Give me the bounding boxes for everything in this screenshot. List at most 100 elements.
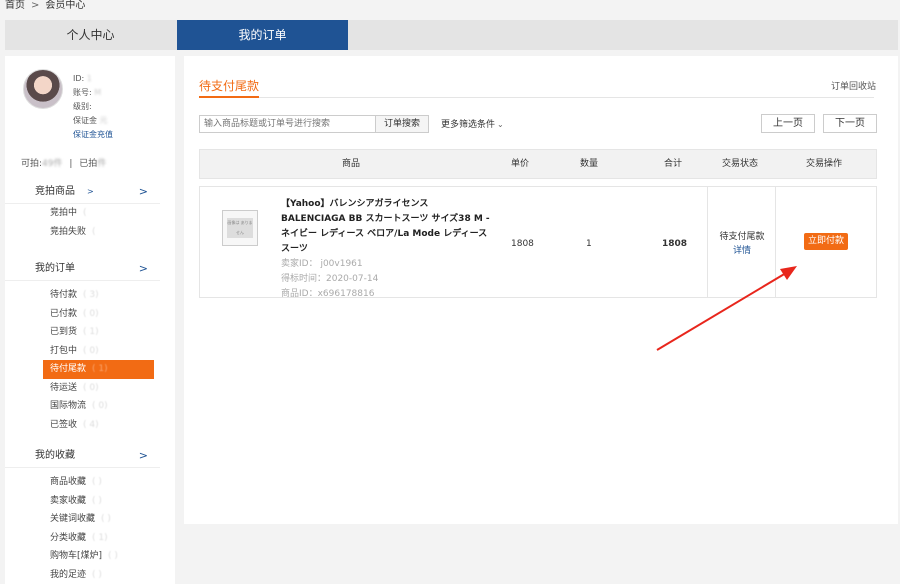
sidebar-item-label: 关键词收藏 — [50, 514, 96, 524]
chevron-down-icon: ⌄ — [497, 120, 504, 129]
prev-page-button[interactable]: 上一页 — [761, 114, 815, 133]
tab-my-orders[interactable]: 我的订单 — [177, 20, 348, 50]
tab-personal-center[interactable]: 个人中心 — [5, 20, 176, 50]
sidebar-item-intl-logistics[interactable]: 国际物流 ( 0) — [5, 397, 175, 416]
sidebar-item-fav-keywords[interactable]: 关键词收藏 ( ) — [5, 510, 175, 529]
order-recycle-bin-link[interactable]: 订单回收站 — [831, 79, 876, 92]
sidebar-item-count: ( 0) — [92, 401, 108, 411]
main-panel: 待支付尾款 订单回收站 订单搜索 更多筛选条件⌄ 上一页 下一页 商品 单价 数… — [184, 56, 898, 524]
sidebar-head-favorites[interactable]: 我的收藏 > — [5, 444, 160, 468]
sidebar-item-label: 竞拍失败 — [50, 226, 87, 237]
sidebar-item-label: 已签收 — [50, 419, 78, 430]
sidebar-item-fav-sellers[interactable]: 卖家收藏 ( ) — [5, 492, 175, 511]
sidebar-item-label: 购物车[煤炉] — [50, 551, 103, 561]
sidebar-head-auction[interactable]: 竞拍商品 > > — [5, 180, 160, 204]
breadcrumb-separator: > — [31, 0, 40, 11]
table-row: 画像は ありません 【Yahoo】バレンシアガライセンス BALENCIAGA … — [199, 186, 877, 299]
order-detail-link[interactable]: 详情 — [712, 244, 772, 258]
sidebar-item-paid[interactable]: 已付款 ( 0) — [5, 305, 175, 324]
sidebar-item-bidding[interactable]: 竞拍中 ( — [5, 204, 175, 223]
chevron-right-icon: > — [138, 185, 148, 198]
sidebar-item-label: 商品收藏 — [50, 477, 87, 487]
sidebar-head-label: 我的收藏 — [35, 450, 75, 461]
sidebar: ID: 1 账号: M 级别: 保证金 元 保证金充值 可拍:49件 | 已拍件… — [5, 56, 175, 584]
sidebar-head-label: 我的订单 — [35, 263, 75, 274]
title-divider — [199, 97, 874, 98]
sidebar-item-to-ship[interactable]: 待运送 ( 0) — [5, 379, 175, 398]
deposit-recharge-link[interactable]: 保证金充值 — [73, 130, 113, 139]
user-deposit-value: 元 — [99, 116, 108, 125]
sidebar-item-pending-payment[interactable]: 待付款 ( 3) — [5, 286, 175, 305]
column-header-status: 交易状态 — [722, 159, 759, 169]
top-tabs: 个人中心 我的订单 — [5, 20, 898, 50]
user-level-label: 级别: — [73, 102, 92, 111]
unit-price: 1808 — [511, 239, 534, 249]
sidebar-item-label: 打包中 — [50, 345, 78, 356]
sidebar-head-sub-arrow: > — [87, 187, 94, 196]
sidebar-item-label: 已到货 — [50, 327, 78, 337]
sidebar-item-label: 已付款 — [50, 308, 78, 319]
orders-table-header: 商品 单价 数量 合计 交易状态 交易操作 — [199, 149, 877, 179]
column-divider — [707, 187, 708, 297]
sidebar-item-signed[interactable]: 已签收 ( 4) — [5, 416, 175, 435]
sidebar-item-fav-categories[interactable]: 分类收藏 ( 1) — [5, 529, 175, 548]
next-page-button[interactable]: 下一页 — [823, 114, 877, 133]
sidebar-item-fav-products[interactable]: 商品收藏 ( ) — [5, 473, 175, 492]
product-thumbnail[interactable]: 画像は ありません — [222, 210, 258, 246]
user-id-value: 1 — [86, 74, 92, 83]
sidebar-item-label: 待付尾款 — [50, 364, 87, 374]
sidebar-item-count: ( — [92, 226, 96, 237]
breadcrumb-current[interactable]: 会员中心 — [45, 0, 85, 11]
status-text: 待支付尾款 — [719, 232, 765, 242]
sidebar-item-bid-failed[interactable]: 竞拍失败 ( — [5, 223, 175, 242]
sidebar-group-auction: 竞拍商品 > > 竞拍中 ( 竞拍失败 ( — [5, 180, 175, 241]
column-divider — [775, 187, 776, 297]
sidebar-item-label: 国际物流 — [50, 401, 87, 411]
user-id-label: ID: — [73, 74, 85, 83]
sidebar-item-label: 竞拍中 — [50, 208, 78, 218]
more-filters-dropdown[interactable]: 更多筛选条件 ⌄ — [441, 117, 504, 130]
sidebar-item-packing[interactable]: 打包中 ( 0) — [5, 342, 175, 361]
bid-counts: 可拍:49件 | 已拍件 — [21, 156, 106, 169]
order-status: 待支付尾款 详情 — [712, 230, 772, 258]
pay-now-button[interactable]: 立即付款 — [804, 233, 848, 250]
sidebar-item-count: ( 1) — [92, 532, 108, 543]
sidebar-item-count: ( ) — [108, 551, 118, 561]
user-info: ID: 1 账号: M 级别: 保证金 元 保证金充值 — [73, 72, 113, 142]
bidded-value: 件 — [97, 159, 107, 169]
breadcrumb-home-link[interactable]: 首页 — [5, 0, 25, 11]
sidebar-item-history[interactable]: 我的足迹 ( ) — [5, 566, 175, 584]
sidebar-item-cart-mercari[interactable]: 购物车[煤炉] ( ) — [5, 547, 175, 566]
order-search-input[interactable] — [199, 115, 376, 133]
sidebar-group-favorites: 我的收藏 > 商品收藏 ( ) 卖家收藏 ( ) 关键词收藏 ( ) 分类收藏 ( 1)… — [5, 444, 175, 584]
chevron-right-icon: > — [138, 449, 148, 462]
title-highlight — [199, 96, 259, 98]
sidebar-item-label: 卖家收藏 — [50, 495, 87, 506]
win-time: 得标时间：2020-07-14 — [281, 274, 379, 284]
sidebar-item-arrived[interactable]: 已到货 ( 1) — [5, 323, 175, 342]
sidebar-item-label: 待运送 — [50, 382, 78, 393]
sidebar-item-balance-due[interactable]: 待付尾款 ( 1) — [43, 360, 154, 379]
sidebar-item-count: ( ) — [101, 514, 111, 524]
sidebar-item-count: ( 4) — [83, 419, 99, 430]
sidebar-head-label: 竞拍商品 — [35, 186, 75, 197]
sidebar-item-count: ( ) — [92, 569, 102, 580]
sidebar-item-count: ( 0) — [83, 382, 99, 393]
can-bid-value: 49件 — [42, 159, 63, 169]
sidebar-item-count: ( 0) — [83, 345, 99, 356]
avatar[interactable] — [23, 69, 63, 109]
page-title: 待支付尾款 — [199, 79, 260, 93]
product-id: 商品ID：x696178816 — [281, 289, 375, 299]
column-header-qty: 数量 — [580, 159, 599, 169]
counts-separator: | — [69, 159, 73, 169]
sidebar-head-orders[interactable]: 我的订单 > — [5, 257, 160, 281]
sidebar-item-count: ( — [83, 208, 87, 218]
order-search-button[interactable]: 订单搜索 — [375, 115, 429, 133]
column-header-product: 商品 — [342, 159, 361, 169]
chevron-right-icon: > — [138, 262, 148, 275]
column-header-total: 合计 — [664, 159, 683, 169]
seller-id: 卖家ID： j00v1961 — [281, 259, 363, 269]
user-account-label: 账号: — [73, 88, 92, 97]
sidebar-item-count: ( 1) — [83, 327, 99, 337]
product-title[interactable]: 【Yahoo】バレンシアガライセンス BALENCIAGA BB スカートスーツ… — [281, 197, 491, 257]
